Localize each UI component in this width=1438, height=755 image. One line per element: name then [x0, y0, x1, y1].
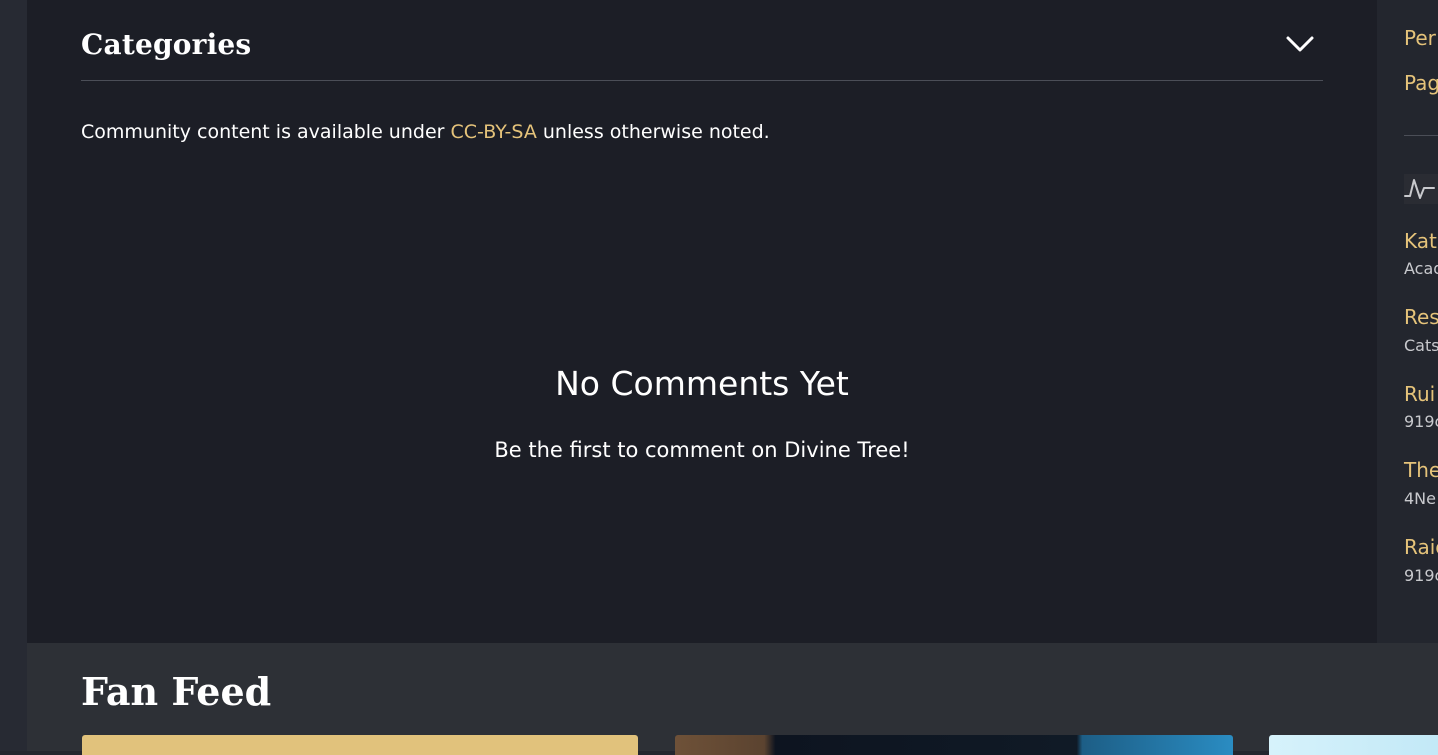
- license-link[interactable]: CC-BY-SA: [451, 121, 537, 143]
- activity-item-meta: 919c: [1404, 412, 1438, 431]
- activity-item-meta: Cats: [1404, 336, 1438, 355]
- rail-link-1[interactable]: Per: [1404, 26, 1436, 50]
- no-comments-title: No Comments Yet: [555, 364, 849, 403]
- left-edge-strip: [0, 0, 27, 751]
- fan-feed-heading: Fan Feed: [81, 669, 272, 714]
- activity-item-title[interactable]: Res: [1404, 305, 1438, 329]
- license-notice: Community content is available under CC-…: [81, 121, 770, 143]
- fan-feed-section: Fan Feed: [27, 643, 1438, 755]
- fan-feed-card[interactable]: [1269, 735, 1438, 755]
- activity-item-title[interactable]: The: [1404, 458, 1438, 482]
- activity-item-title[interactable]: Rui: [1404, 382, 1435, 406]
- chevron-down-icon[interactable]: [1284, 32, 1316, 56]
- activity-item-title[interactable]: Raic: [1404, 535, 1438, 559]
- fan-feed-card[interactable]: [82, 735, 638, 755]
- fan-feed-card[interactable]: [675, 735, 1233, 755]
- activity-item-meta: 4Ne: [1404, 489, 1436, 508]
- rail-link-2[interactable]: Pag: [1404, 71, 1438, 95]
- activity-item-title[interactable]: Kat: [1404, 229, 1437, 253]
- activity-pulse-icon: [1404, 174, 1438, 204]
- no-comments-subtitle: Be the first to comment on Divine Tree!: [494, 438, 910, 462]
- article-footer-panel: Categories Community content is availabl…: [27, 0, 1377, 643]
- categories-divider: [81, 80, 1323, 81]
- activity-item-meta: 919c: [1404, 566, 1438, 585]
- activity-item-meta: Acad: [1404, 259, 1438, 278]
- license-suffix: unless otherwise noted.: [536, 121, 770, 143]
- rail-divider: [1404, 135, 1438, 136]
- categories-heading: Categories: [81, 28, 252, 61]
- right-rail: Per Pag Kat Acad Res Cats Rui 919c The 4…: [1377, 0, 1438, 643]
- license-prefix: Community content is available under: [81, 121, 451, 143]
